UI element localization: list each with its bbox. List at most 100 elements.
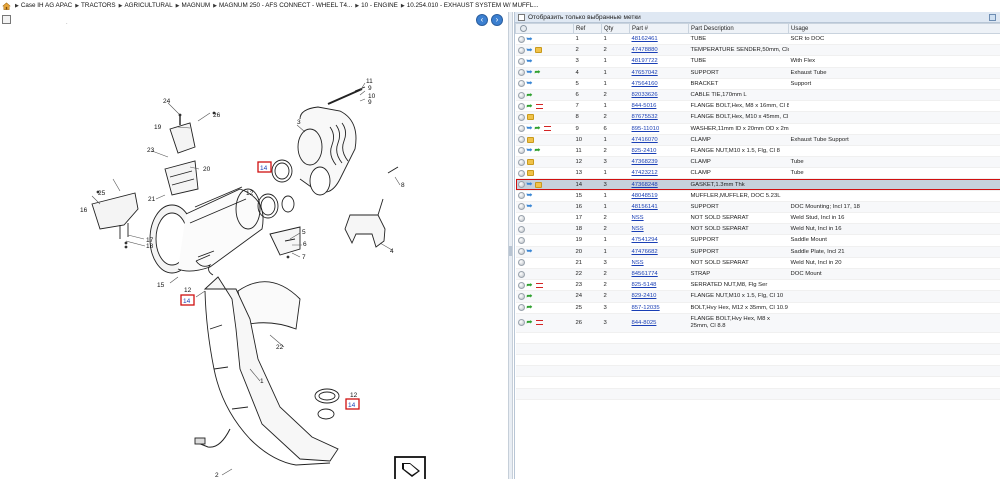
info-icon[interactable]: ➥ (527, 47, 533, 54)
table-row[interactable]: ➥ 15 1 48048519 MUFFLER,MUFFLER, DOC 5.23L (515, 190, 1000, 202)
info-icon[interactable]: ➥ (527, 203, 533, 210)
part-number-link[interactable]: NSS (629, 212, 689, 225)
add-to-cart-icon[interactable] (517, 113, 525, 121)
home-icon[interactable] (2, 2, 11, 10)
info-icon[interactable]: ➥ (527, 36, 533, 43)
table-row[interactable]: ➥ 14 3 47368248 GASKET,1.3mm Thk (515, 178, 1000, 191)
substitute-icon[interactable]: ➦ (527, 282, 534, 289)
panel-settings-icon[interactable] (989, 14, 996, 21)
part-number-link[interactable]: NSS (629, 257, 689, 269)
table-row[interactable]: 10 1 47416070 CLAMP Exhaust Tube Support (515, 134, 1000, 146)
add-to-cart-icon[interactable] (517, 181, 525, 189)
kit-icon[interactable] (543, 126, 551, 132)
kit-icon[interactable] (535, 103, 543, 109)
breadcrumb-item[interactable]: AGRICULTURAL (124, 2, 172, 9)
header-ref[interactable]: Ref (573, 23, 602, 34)
package-icon[interactable] (526, 159, 534, 166)
table-row[interactable]: ➦ 6 2 82033626 CABLE TIE,170mm L (515, 89, 1000, 102)
package-icon[interactable] (526, 170, 534, 177)
add-to-cart-icon[interactable] (517, 304, 525, 312)
part-number-link[interactable]: 47541294 (629, 234, 689, 247)
info-icon[interactable]: ➥ (527, 192, 533, 199)
package-icon[interactable] (526, 136, 534, 143)
header-qty[interactable]: Qty (601, 23, 630, 34)
substitute-icon[interactable]: ➦ (527, 92, 534, 99)
part-number-link[interactable]: 48048519 (629, 190, 689, 202)
part-number-link[interactable]: 48197722 (629, 55, 689, 68)
header-part-number[interactable]: Part # (629, 23, 689, 34)
table-row[interactable]: ➦ 23 2 825-5148 SERRATED NUT,M8, Flg Ser (515, 279, 1000, 292)
add-to-cart-icon[interactable] (517, 203, 525, 211)
part-number-link[interactable]: 48162461 (629, 33, 689, 46)
part-number-link[interactable]: 895-11010 (629, 123, 689, 135)
part-number-link[interactable]: 47657042 (629, 67, 689, 79)
add-to-cart-icon[interactable] (517, 136, 525, 144)
splitter-handle[interactable] (509, 246, 512, 256)
table-row[interactable]: ➥ ➦ 4 1 47657042 SUPPORT Exhaust Tube (515, 67, 1000, 79)
kit-icon[interactable] (535, 282, 543, 288)
substitute-icon[interactable]: ➦ (527, 293, 534, 300)
direction-icon[interactable] (394, 456, 426, 479)
substitute-icon[interactable]: ➦ (527, 304, 534, 311)
info-icon[interactable]: ➥ (527, 147, 533, 154)
add-to-cart-icon[interactable] (517, 69, 525, 77)
print-icon[interactable] (2, 15, 11, 24)
add-to-cart-icon[interactable] (517, 281, 525, 289)
exploded-parts-diagram[interactable]: 119109 242619 32320 13 128 251621 1718 5… (0, 29, 507, 479)
part-number-link[interactable]: 82033626 (629, 89, 689, 102)
table-row[interactable]: ➦ 25 3 857-12035 BOLT,Hvy Hex, M12 x 35mm, C… (515, 302, 1000, 314)
selected-only-checkbox[interactable] (518, 13, 525, 21)
add-to-cart-icon[interactable] (517, 214, 525, 222)
add-to-cart-icon[interactable] (517, 102, 525, 110)
substitute-icon[interactable]: ➦ (535, 69, 542, 76)
breadcrumb-item[interactable]: 10 - ENGINE (361, 2, 398, 9)
add-to-cart-icon[interactable] (517, 169, 525, 177)
table-row[interactable]: 13 1 47423212 CLAMP Tube (515, 167, 1000, 180)
table-row[interactable]: ➥ 3 1 48197722 TUBE With Flex (515, 55, 1000, 68)
part-number-link[interactable]: 47416070 (629, 134, 689, 146)
table-row[interactable]: 12 3 47368239 CLAMP Tube (515, 156, 1000, 169)
part-number-link[interactable]: 87675532 (629, 111, 689, 124)
substitute-icon[interactable]: ➦ (527, 103, 534, 110)
part-number-link[interactable]: 47368248 (629, 178, 689, 191)
table-row[interactable]: ➥ 16 1 48156141 SUPPORT DOC Mounting; Incl 17… (515, 201, 1000, 214)
info-icon[interactable]: ➥ (527, 248, 533, 255)
add-to-cart-icon[interactable] (517, 292, 525, 300)
package-icon[interactable] (534, 181, 542, 188)
settings-icon[interactable] (520, 25, 527, 32)
add-to-cart-icon[interactable] (517, 225, 525, 233)
table-row[interactable]: ➥2247478880TEMPERATURE SENDER,50mm, Clos… (515, 44, 1000, 57)
info-icon[interactable]: ➥ (527, 69, 533, 76)
part-number-link[interactable]: 47423212 (629, 167, 689, 180)
info-icon[interactable]: ➥ (527, 181, 533, 188)
add-to-cart-icon[interactable] (517, 57, 525, 65)
add-to-cart-icon[interactable] (517, 236, 525, 244)
info-icon[interactable]: ➥ (527, 125, 533, 132)
part-number-link[interactable]: 829-2410 (629, 290, 689, 303)
part-number-link[interactable]: 825-5148 (629, 279, 689, 292)
pane-splitter[interactable] (508, 12, 513, 479)
part-number-link[interactable]: 857-12035 (629, 302, 689, 314)
package-icon[interactable] (534, 47, 542, 54)
add-to-cart-icon[interactable] (517, 35, 525, 43)
add-to-cart-icon[interactable] (517, 91, 525, 99)
header-usage[interactable]: Usage (788, 23, 1000, 34)
previous-page-button[interactable]: ‹ (476, 14, 488, 26)
breadcrumb-item[interactable]: TRACTORS (81, 2, 116, 9)
part-number-link[interactable]: 47564160 (629, 78, 689, 90)
add-to-cart-icon[interactable] (517, 270, 525, 278)
add-to-cart-icon[interactable] (517, 46, 525, 54)
part-number-link[interactable]: 844-8025 (629, 313, 689, 333)
table-row[interactable]: 21 3 NSS NOT SOLD SEPARAT Weld Nut, Incl in … (515, 257, 1000, 269)
part-number-link[interactable]: 47476682 (629, 246, 689, 258)
add-to-cart-icon[interactable] (517, 319, 525, 327)
header-description[interactable]: Part Description (688, 23, 789, 34)
table-row[interactable]: ➥ 1 1 48162461 TUBE SCR to DOC (515, 33, 1000, 46)
part-number-link[interactable]: 47478880 (629, 44, 689, 57)
add-to-cart-icon[interactable] (517, 192, 525, 200)
table-row[interactable]: 17 2 NSS NOT SOLD SEPARAT Weld Stud, Incl in… (515, 212, 1000, 225)
add-to-cart-icon[interactable] (517, 80, 525, 88)
part-number-link[interactable]: 84561774 (629, 268, 689, 281)
substitute-icon[interactable]: ➦ (535, 125, 542, 132)
part-number-link[interactable]: 844-5016 (629, 100, 689, 113)
